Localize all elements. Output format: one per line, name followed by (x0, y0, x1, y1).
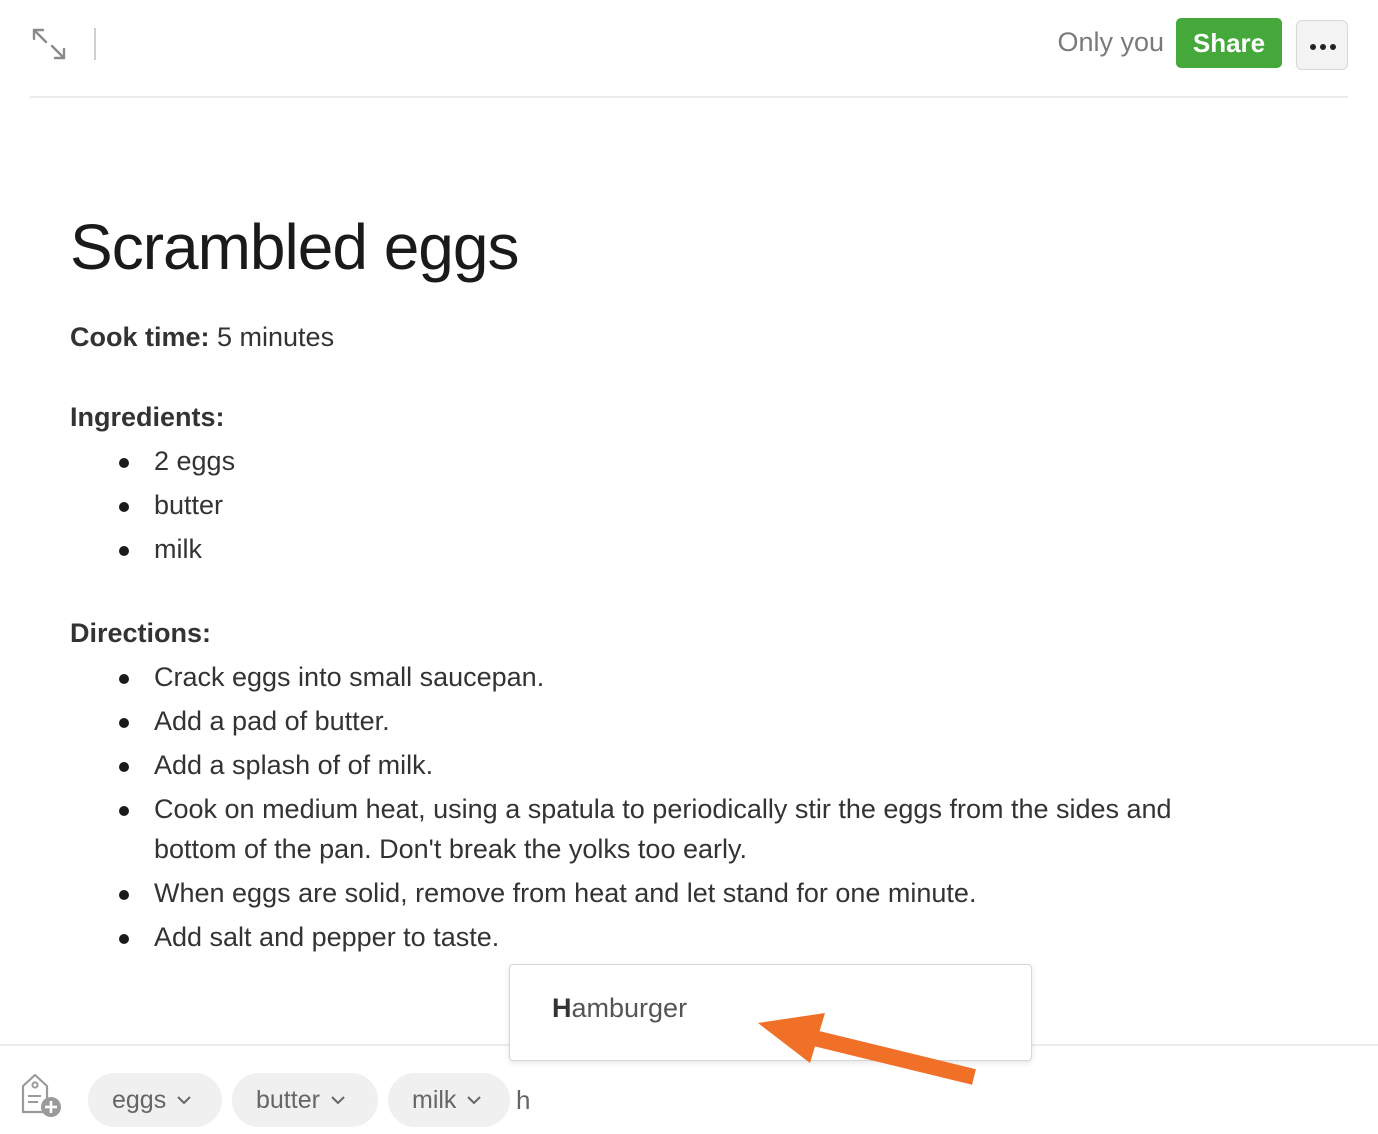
more-options-button[interactable] (1296, 20, 1348, 70)
tag-chip-milk[interactable]: milk (388, 1073, 510, 1127)
note-title[interactable]: Scrambled eggs (70, 210, 519, 284)
list-bullet (119, 674, 129, 684)
header-divider (94, 28, 96, 60)
tag-input[interactable] (516, 1078, 636, 1122)
suggestion-match: H (552, 993, 572, 1023)
visibility-label[interactable]: Only you (1040, 27, 1164, 58)
chevron-down-icon (331, 1096, 345, 1105)
direction-item-continued: bottom of the pan. Don't break the yolks… (154, 834, 747, 864)
ellipsis-icon (1310, 44, 1316, 50)
header-separator (30, 96, 1348, 98)
list-bullet (119, 502, 129, 512)
cook-time-line: Cook time: 5 minutes (70, 322, 334, 353)
chevron-down-icon (467, 1096, 482, 1105)
ingredients-heading: Ingredients: (70, 402, 225, 432)
chevron-down-icon (177, 1096, 191, 1105)
cook-time-value: 5 minutes (209, 322, 335, 352)
direction-item: Crack eggs into small saucepan. (154, 662, 545, 692)
ingredient-item: milk (154, 534, 202, 564)
share-button[interactable]: Share (1176, 18, 1282, 68)
tag-label: milk (412, 1085, 457, 1114)
direction-item: Add salt and pepper to taste. (154, 922, 500, 952)
directions-heading: Directions: (70, 618, 212, 648)
tag-add-icon[interactable] (18, 1072, 64, 1120)
cook-time-label: Cook time: (70, 322, 210, 352)
expand-icon[interactable] (30, 26, 68, 62)
list-bullet (119, 934, 129, 944)
list-bullet (119, 458, 129, 468)
list-bullet (119, 718, 129, 728)
direction-item: Cook on medium heat, using a spatula to … (154, 794, 1172, 824)
direction-item: Add a pad of butter. (154, 706, 390, 736)
direction-item: Add a splash of of milk. (154, 750, 434, 780)
list-bullet (119, 762, 129, 772)
annotation-arrow (758, 1013, 976, 1085)
tag-label: butter (256, 1085, 320, 1114)
note-header: Only you Share (0, 0, 1378, 98)
tag-chip-butter[interactable]: butter (232, 1073, 378, 1127)
tag-chip-eggs[interactable]: eggs (88, 1073, 222, 1127)
list-bullet (119, 546, 129, 556)
suggestion-rest: amburger (571, 993, 688, 1023)
list-bullet (119, 890, 129, 900)
ingredient-item: butter (154, 490, 224, 520)
tag-label: eggs (112, 1085, 167, 1114)
direction-item: When eggs are solid, remove from heat an… (154, 878, 977, 908)
tag-suggestion-item[interactable]: Hamburger (552, 993, 687, 1024)
ingredient-item: 2 eggs (154, 446, 236, 476)
list-bullet (119, 806, 129, 816)
